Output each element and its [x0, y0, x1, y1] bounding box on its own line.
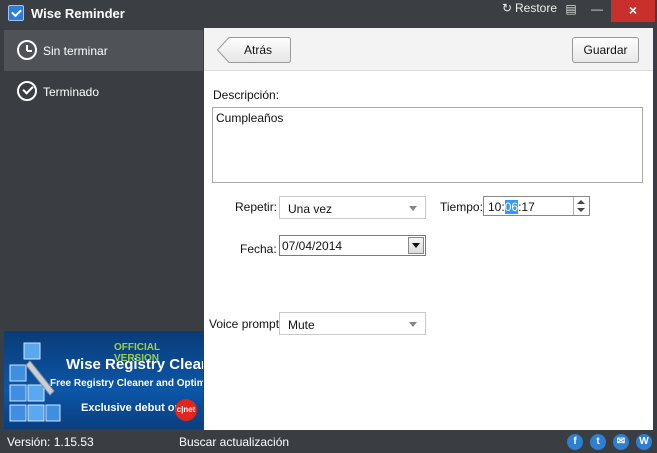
minimize-button[interactable]: — [586, 0, 608, 18]
sidebar-item-label: Terminado [43, 85, 100, 99]
sidebar-item-sin-terminar[interactable]: Sin terminar [4, 30, 203, 71]
toolbar: Atrás Guardar [204, 28, 653, 71]
close-button[interactable]: × [611, 0, 655, 22]
voice-value: Mute [288, 318, 315, 332]
date-value: 07/04/2014 [282, 239, 343, 253]
time-seconds: 17 [521, 200, 535, 214]
spin-down-icon[interactable] [577, 208, 585, 212]
save-button[interactable]: Guardar [572, 37, 639, 63]
time-field[interactable]: 10:06:17 [483, 196, 590, 216]
version-text: Versión: 1.15.53 [7, 435, 94, 449]
chevron-down-icon [409, 322, 417, 327]
date-label: Fecha: [240, 242, 277, 256]
email-icon[interactable]: ✉ [613, 434, 629, 450]
restore-button[interactable]: ↻ Restore [502, 1, 557, 17]
ad-subtitle: Free Registry Cleaner and Optimizer [50, 378, 203, 389]
check-update-link[interactable]: Buscar actualización [179, 435, 289, 449]
clock-icon [17, 40, 37, 60]
chevron-down-icon [409, 206, 417, 211]
time-label: Tiempo: [440, 200, 483, 214]
ad-banner[interactable]: OFFICIAL VERSION Wise Registry Cleaner 8… [4, 331, 203, 429]
spin-up-icon[interactable] [577, 200, 585, 204]
time-minutes: 06 [504, 200, 519, 214]
facebook-icon[interactable]: f [567, 434, 583, 450]
time-value: 10:06:17 [488, 200, 535, 214]
ad-exclusive-text: Exclusive debut on [81, 402, 182, 414]
ad-title: Wise Registry Cleaner 8 [66, 356, 203, 373]
time-hours: 10 [488, 200, 502, 214]
repeat-value: Una vez [288, 202, 333, 216]
cnet-logo: c|net [175, 399, 197, 421]
voice-prompts-select[interactable]: Mute [279, 312, 426, 335]
restore-label: Restore [515, 1, 558, 15]
main-panel: Atrás Guardar Descripción: Cumpleaños Re… [204, 28, 653, 430]
app-title: Wise Reminder [31, 6, 125, 21]
wisecleaner-icon[interactable]: W [636, 434, 652, 450]
date-dropdown-button[interactable] [408, 237, 424, 254]
menu-icon[interactable]: ▤ [560, 0, 582, 18]
restore-icon: ↻ [502, 1, 513, 15]
back-label: Atrás [244, 43, 273, 57]
description-label: Descripción: [213, 88, 280, 102]
check-circle-icon [17, 81, 37, 101]
back-button[interactable]: Atrás [217, 37, 291, 63]
sidebar-item-label: Sin terminar [43, 44, 108, 58]
repeat-label: Repetir: [235, 200, 278, 214]
voice-prompts-label: Voice prompts [209, 317, 286, 331]
repeat-select[interactable]: Una vez [279, 196, 426, 219]
description-field[interactable]: Cumpleaños [212, 107, 643, 183]
twitter-icon[interactable]: t [590, 434, 606, 450]
sidebar-item-terminado[interactable]: Terminado [4, 71, 203, 112]
title-bar: Wise Reminder ↻ Restore ▤ — × [0, 0, 657, 28]
status-bar: Versión: 1.15.53 Buscar actualización f … [0, 430, 657, 453]
app-calendar-icon [8, 5, 24, 21]
time-spinner[interactable] [573, 197, 589, 215]
date-field[interactable]: 07/04/2014 [279, 235, 426, 256]
